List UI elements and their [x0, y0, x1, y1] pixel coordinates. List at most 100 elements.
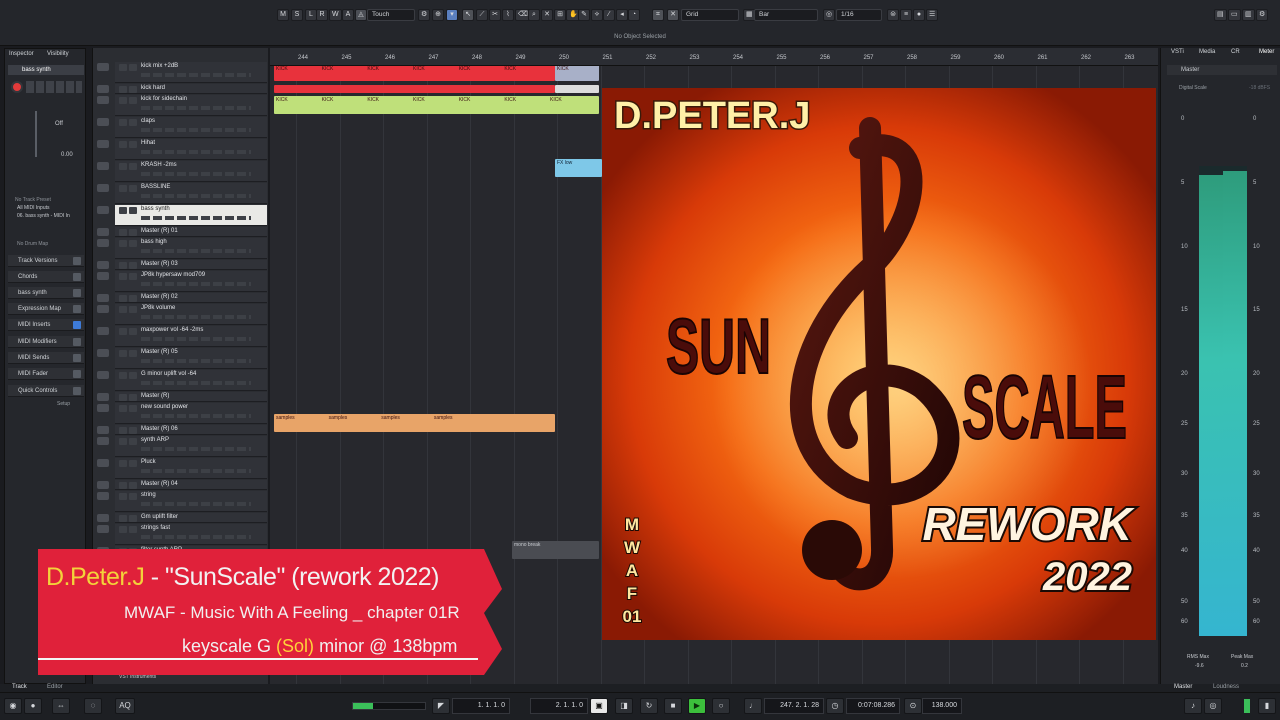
- range-tool-icon[interactable]: ⟋: [476, 9, 488, 21]
- track-solo-button[interactable]: [129, 185, 137, 192]
- track-mute-button[interactable]: [119, 482, 127, 489]
- quantize-select[interactable]: 1/16: [836, 9, 882, 21]
- audio-performance-icon[interactable]: ▮: [1258, 698, 1276, 714]
- tab-vsti[interactable]: VSTi: [1171, 49, 1184, 55]
- layout-left-icon[interactable]: ▤: [1214, 9, 1227, 21]
- stop-icon[interactable]: ■: [664, 698, 682, 714]
- track-solo-button[interactable]: [129, 141, 137, 148]
- track-solo-button[interactable]: [129, 306, 137, 313]
- track-solo-button[interactable]: [129, 328, 137, 335]
- track-solo-button[interactable]: [129, 405, 137, 412]
- kick-hard-part-end[interactable]: [555, 85, 599, 93]
- midi-activity-icon[interactable]: ◎: [1204, 698, 1222, 714]
- left-locator-field[interactable]: 1. 1. 1. 0: [452, 698, 510, 714]
- track-mute-button[interactable]: [119, 493, 127, 500]
- setup-button[interactable]: Setup: [57, 401, 70, 407]
- cycle-icon[interactable]: ↻: [640, 698, 658, 714]
- grid-type-select[interactable]: Grid: [681, 9, 739, 21]
- track-mute-button[interactable]: [119, 163, 127, 170]
- record-mode-icon[interactable]: ●: [24, 698, 42, 714]
- track-row[interactable]: kick mix +2dB: [115, 62, 267, 83]
- track-controls[interactable]: [141, 502, 251, 506]
- midi-output-field[interactable]: 06. bass synth - MIDI In: [17, 213, 70, 219]
- track-row[interactable]: claps: [115, 117, 267, 138]
- section-midi-fader[interactable]: MIDI Fader: [8, 368, 84, 380]
- quantize-apply-icon[interactable]: ⊜: [887, 9, 899, 21]
- track-mute-button[interactable]: [119, 306, 127, 313]
- tab-loudness[interactable]: Loudness: [1213, 684, 1239, 690]
- track-mute-button[interactable]: [119, 515, 127, 522]
- track-row[interactable]: Master (R) 03: [115, 260, 267, 270]
- chat-icon[interactable]: ◔: [628, 9, 640, 21]
- track-controls[interactable]: [141, 73, 251, 77]
- track-row[interactable]: Master (R): [115, 392, 267, 402]
- track-solo-button[interactable]: [129, 526, 137, 533]
- solo-mode-button[interactable]: S: [291, 9, 303, 21]
- section-quick-controls[interactable]: Quick Controls: [8, 385, 84, 397]
- kick-sidechain-part[interactable]: KICK KICK KICK KICK KICK KICK KICK: [274, 96, 599, 114]
- samples-part[interactable]: samples samples samples samples: [274, 414, 555, 432]
- volume-fader[interactable]: [35, 111, 37, 157]
- record-enable-icon[interactable]: [11, 81, 23, 93]
- layout-bottom-icon[interactable]: ▭: [1228, 9, 1241, 21]
- object-select-tool-icon[interactable]: ↖: [462, 9, 474, 21]
- right-locator-field[interactable]: 2. 1. 1. 0: [530, 698, 588, 714]
- pencil-tool-icon[interactable]: ✎: [578, 9, 590, 21]
- settings-icon[interactable]: ◉: [4, 698, 22, 714]
- track-mute-button[interactable]: [119, 229, 127, 236]
- track-row[interactable]: string: [115, 491, 267, 512]
- track-row[interactable]: JP8k hypersaw mod709: [115, 271, 267, 292]
- track-mute-button[interactable]: [119, 394, 127, 401]
- lock-icon[interactable]: ▣: [590, 698, 608, 714]
- pan-value[interactable]: Off: [55, 121, 63, 127]
- track-controls[interactable]: [141, 216, 251, 220]
- section-midi-sends[interactable]: MIDI Sends: [8, 352, 84, 364]
- track-mute-button[interactable]: [119, 273, 127, 280]
- grid-value-select[interactable]: Bar: [754, 9, 818, 21]
- track-row[interactable]: Master (R) 04: [115, 480, 267, 490]
- track-mute-button[interactable]: [119, 328, 127, 335]
- track-solo-button[interactable]: [129, 515, 137, 522]
- track-row[interactable]: new sound power: [115, 403, 267, 424]
- track-row[interactable]: Master (R) 01: [115, 227, 267, 237]
- track-mute-button[interactable]: [119, 438, 127, 445]
- zoom-tool-icon[interactable]: ⌕: [528, 9, 540, 21]
- track-row[interactable]: Master (R) 05: [115, 348, 267, 369]
- left-locator-icon[interactable]: ◤: [432, 698, 450, 714]
- track-controls[interactable]: [141, 128, 251, 132]
- track-solo-button[interactable]: [129, 350, 137, 357]
- snap-mode-icon[interactable]: ✕: [667, 9, 679, 21]
- track-solo-button[interactable]: [129, 460, 137, 467]
- track-mute-button[interactable]: [119, 427, 127, 434]
- track-row[interactable]: KRASH -2ms: [115, 161, 267, 182]
- constrain-icon[interactable]: ⊕: [432, 9, 444, 21]
- record-icon[interactable]: ○: [712, 698, 730, 714]
- draw-tool-icon[interactable]: ⟡: [591, 9, 603, 21]
- section-chords[interactable]: Chords: [8, 271, 84, 283]
- volume-value[interactable]: 0.00: [61, 152, 73, 158]
- track-controls[interactable]: [141, 106, 251, 110]
- track-controls[interactable]: [141, 282, 251, 286]
- comp-tool-icon[interactable]: ⊞: [554, 9, 566, 21]
- activity-icon[interactable]: ♪: [1184, 698, 1202, 714]
- track-mute-button[interactable]: [119, 526, 127, 533]
- tempo-icon[interactable]: ⊙: [904, 698, 922, 714]
- track-solo-button[interactable]: [129, 240, 137, 247]
- kick-hard-part[interactable]: [274, 85, 555, 93]
- tab-editor[interactable]: Editor: [47, 684, 63, 690]
- track-controls[interactable]: [141, 315, 251, 319]
- track-solo-button[interactable]: [129, 207, 137, 214]
- track-solo-button[interactable]: [129, 163, 137, 170]
- track-mute-button[interactable]: [119, 141, 127, 148]
- toolbar-settings-icon[interactable]: ☰: [926, 9, 939, 21]
- track-mute-button[interactable]: [119, 207, 127, 214]
- track-mute-button[interactable]: [119, 185, 127, 192]
- glue-tool-icon[interactable]: ⌇: [502, 9, 514, 21]
- track-mute-button[interactable]: [119, 372, 127, 379]
- track-controls[interactable]: [141, 381, 251, 385]
- track-solo-button[interactable]: [129, 119, 137, 126]
- track-mute-button[interactable]: [119, 119, 127, 126]
- quantize-panel-icon[interactable]: ≡: [900, 9, 912, 21]
- layout-right-icon[interactable]: ▥: [1242, 9, 1255, 21]
- track-solo-button[interactable]: [129, 372, 137, 379]
